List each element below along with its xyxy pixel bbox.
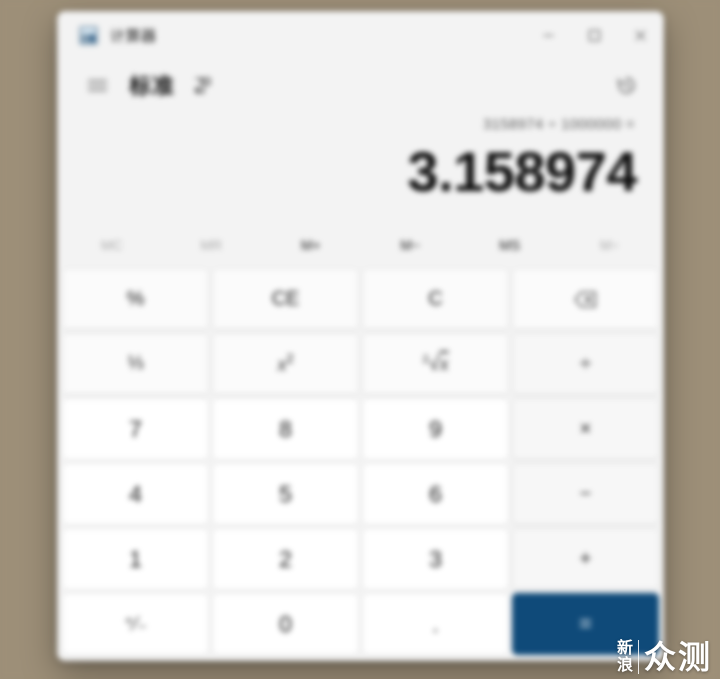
memory-store-label: MS (499, 237, 521, 253)
negate-label: ⁺⁄₋ (123, 613, 148, 635)
equals-button[interactable]: = (512, 593, 659, 655)
add-button[interactable]: + (512, 528, 659, 590)
square-label: x2 (277, 351, 294, 376)
history-icon (616, 77, 634, 93)
memory-recall-button[interactable]: MR (162, 225, 262, 265)
percent-label: % (126, 287, 145, 310)
memory-add-label: M+ (300, 237, 321, 253)
reciprocal-label: ⅓ (127, 353, 144, 374)
digit-3-label: 3 (429, 545, 442, 572)
digit-8-label: 8 (279, 415, 292, 442)
decimal-label: . (432, 610, 439, 637)
digit-2-button[interactable]: 2 (212, 528, 359, 590)
expression-text: 3158974 ÷ 1000000 = (483, 116, 635, 133)
keep-on-top-icon[interactable] (187, 70, 217, 100)
backspace-button[interactable] (512, 268, 659, 330)
subtract-label: − (579, 482, 592, 505)
memory-clear-button[interactable]: MC (62, 225, 162, 265)
digit-7-button[interactable]: 7 (62, 398, 209, 460)
keep-on-top-glyph (194, 77, 210, 93)
digit-0-label: 0 (279, 610, 292, 637)
subtract-button[interactable]: − (512, 463, 659, 525)
digit-5-button[interactable]: 5 (212, 463, 359, 525)
calculator-window: 计算器 标准 3158974 ÷ 1000000 = 3.158974 MC M… (57, 11, 664, 661)
equals-label: = (579, 611, 592, 636)
history-button[interactable] (607, 66, 645, 104)
result-text[interactable]: 3.158974 (58, 139, 641, 211)
hamburger-menu-icon[interactable] (79, 67, 115, 103)
memory-list-label: M (599, 237, 612, 253)
clear-button[interactable]: C (362, 268, 509, 330)
keypad: % CE C ⅓ x2 2√x ÷ 7 8 9 × 4 5 6 − 1 2 3 … (58, 265, 663, 660)
digit-6-button[interactable]: 6 (362, 463, 509, 525)
digit-7-label: 7 (129, 415, 142, 442)
calculator-icon (79, 26, 98, 45)
negate-button[interactable]: ⁺⁄₋ (62, 593, 209, 655)
digit-6-label: 6 (429, 480, 442, 507)
title-bar: 计算器 (58, 12, 663, 59)
digit-1-label: 1 (129, 545, 142, 572)
digit-9-label: 9 (429, 415, 442, 442)
multiply-button[interactable]: × (512, 398, 659, 460)
memory-clear-label: MC (100, 237, 123, 253)
reciprocal-button[interactable]: ⅓ (62, 333, 209, 395)
square-root-label: 2√x (422, 352, 449, 375)
add-label: + (579, 547, 592, 570)
maximize-icon (588, 30, 600, 41)
close-icon (634, 30, 646, 41)
close-button[interactable] (617, 12, 663, 59)
minimize-button[interactable] (525, 12, 571, 59)
clear-entry-label: CE (271, 287, 300, 310)
mode-header: 标准 (58, 59, 663, 111)
square-button[interactable]: x2 (212, 333, 359, 395)
digit-2-label: 2 (279, 545, 292, 572)
digit-4-button[interactable]: 4 (62, 463, 209, 525)
percent-button[interactable]: % (62, 268, 209, 330)
desktop-background: 计算器 标准 3158974 ÷ 1000000 = 3.158974 MC M… (0, 0, 720, 679)
decimal-button[interactable]: . (362, 593, 509, 655)
divide-button[interactable]: ÷ (512, 333, 659, 395)
digit-3-button[interactable]: 3 (362, 528, 509, 590)
digit-5-label: 5 (279, 480, 292, 507)
chevron-down-icon: ˅ (612, 240, 619, 252)
memory-subtract-label: M− (400, 237, 421, 253)
clear-entry-button[interactable]: CE (212, 268, 359, 330)
multiply-label: × (579, 417, 592, 440)
digit-1-button[interactable]: 1 (62, 528, 209, 590)
digit-9-button[interactable]: 9 (362, 398, 509, 460)
digit-4-label: 4 (129, 480, 142, 507)
window-title: 计算器 (110, 28, 157, 45)
backspace-icon (574, 291, 596, 307)
window-controls (525, 12, 663, 59)
page-title: 标准 (129, 74, 176, 99)
digit-0-button[interactable]: 0 (212, 593, 359, 655)
divide-label: ÷ (580, 352, 591, 375)
digit-8-button[interactable]: 8 (212, 398, 359, 460)
memory-recall-label: MR (200, 237, 223, 253)
memory-row: MC MR M+ M− MS M ˅ (58, 225, 663, 265)
memory-subtract-button[interactable]: M− (361, 225, 461, 265)
memory-store-button[interactable]: MS (460, 225, 560, 265)
minimize-icon (543, 35, 553, 36)
maximize-button[interactable] (571, 12, 617, 59)
square-root-button[interactable]: 2√x (362, 333, 509, 395)
memory-list-button[interactable]: M ˅ (560, 225, 660, 265)
clear-label: C (428, 287, 443, 310)
memory-add-button[interactable]: M+ (261, 225, 361, 265)
calculator-display: 3158974 ÷ 1000000 = 3.158974 (58, 111, 663, 211)
title-bar-drag-region[interactable]: 计算器 (58, 12, 525, 59)
